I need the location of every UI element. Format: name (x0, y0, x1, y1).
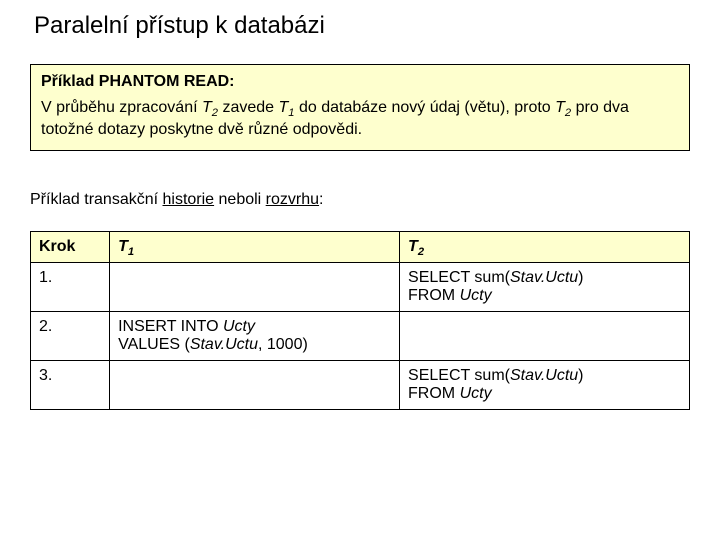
t2a: T (202, 99, 212, 116)
sql-text: VALUES ( (118, 336, 190, 353)
header-t2: T2 (400, 232, 690, 263)
sql-text: SELECT sum( (408, 367, 510, 384)
cell-step: 1. (31, 263, 110, 312)
table-row: 3. SELECT sum(Stav.Uctu) FROM Ucty (31, 361, 690, 410)
sql-ident: Ucty (223, 318, 255, 335)
section-label: Příklad transakční historie neboli rozvr… (30, 191, 690, 209)
table-header-row: Krok T1 T2 (31, 232, 690, 263)
section-text: neboli (214, 191, 266, 208)
body-text: V průběhu zpracování (41, 99, 202, 116)
sql-ident: Stav.Uctu (190, 336, 258, 353)
sql-ident: Stav.Uctu (510, 269, 578, 286)
section-text: Příklad transakční (30, 191, 163, 208)
history-table: Krok T1 T2 1. SELECT sum(Stav.Uctu) FROM… (30, 231, 690, 410)
sql-text: SELECT sum( (408, 269, 510, 286)
header-t1-sub: 1 (128, 246, 134, 258)
cell-step: 3. (31, 361, 110, 410)
cell-t1 (110, 263, 400, 312)
cell-t2: SELECT sum(Stav.Uctu) FROM Ucty (400, 361, 690, 410)
table-row: 2. INSERT INTO Ucty VALUES (Stav.Uctu, 1… (31, 312, 690, 361)
sql-ident: Stav.Uctu (510, 367, 578, 384)
section-text: : (319, 191, 323, 208)
example-heading: Příklad PHANTOM READ: (41, 73, 679, 91)
body-text: do databáze nový údaj (větu), proto (295, 99, 556, 116)
header-step: Krok (31, 232, 110, 263)
sql-ident: Ucty (460, 287, 492, 304)
header-t1-letter: T (118, 238, 128, 255)
cell-t1: INSERT INTO Ucty VALUES (Stav.Uctu, 1000… (110, 312, 400, 361)
section-word1: historie (163, 191, 215, 208)
body-text: zavede (218, 99, 278, 116)
cell-t1 (110, 361, 400, 410)
header-t1: T1 (110, 232, 400, 263)
section-word2: rozvrhu (266, 191, 319, 208)
sql-text: , 1000) (258, 336, 308, 353)
t1: T (279, 99, 289, 116)
page-title: Paralelní přístup k databázi (34, 12, 690, 40)
header-t2-letter: T (408, 238, 418, 255)
header-t2-sub: 2 (418, 246, 424, 258)
sql-ident: Ucty (460, 385, 492, 402)
t2b: T (555, 99, 565, 116)
cell-t2 (400, 312, 690, 361)
sql-text: INSERT INTO (118, 318, 223, 335)
table-row: 1. SELECT sum(Stav.Uctu) FROM Ucty (31, 263, 690, 312)
example-body: V průběhu zpracování T2 zavede T1 do dat… (41, 97, 679, 140)
cell-t2: SELECT sum(Stav.Uctu) FROM Ucty (400, 263, 690, 312)
example-box: Příklad PHANTOM READ: V průběhu zpracová… (30, 64, 690, 151)
cell-step: 2. (31, 312, 110, 361)
